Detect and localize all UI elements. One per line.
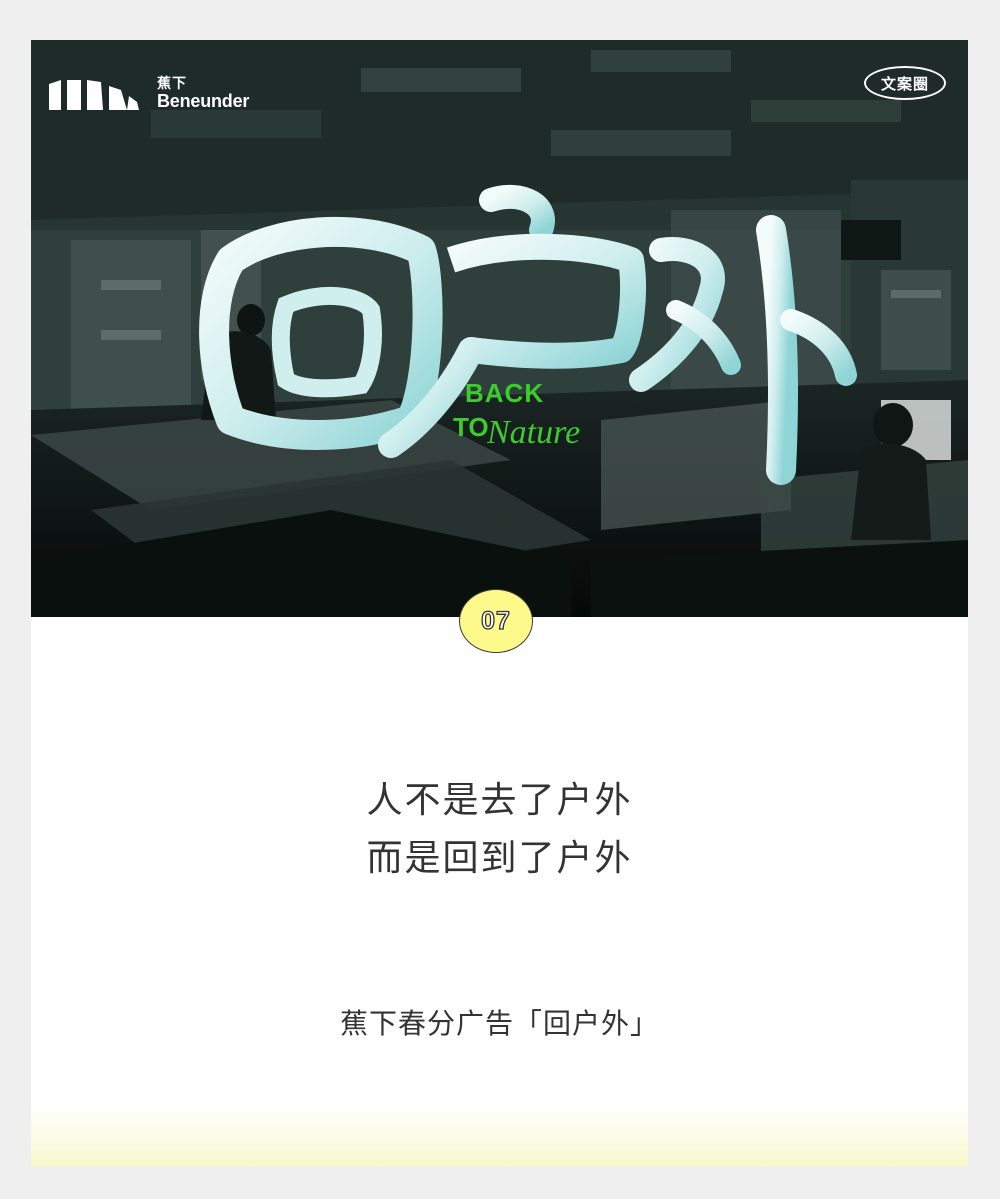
brand-name-cn: 蕉下 bbox=[157, 76, 187, 93]
beneunder-logo-icon bbox=[49, 80, 139, 110]
headline: 人不是去了户外 而是回到了户外 bbox=[31, 772, 968, 888]
brand-name-en: Beneunder bbox=[157, 90, 250, 111]
sub-logo-to: TO bbox=[453, 412, 489, 442]
wenanquan-tag-badge: 文案圈 bbox=[864, 66, 946, 100]
headline-line-1: 人不是去了户外 bbox=[366, 780, 633, 821]
content-card: 蕉下 Beneunder 文案圈 BACK TO Nature 07 人不是去了… bbox=[31, 40, 968, 1167]
sub-logo-back: BACK bbox=[465, 378, 545, 408]
office-scene-image bbox=[31, 40, 968, 617]
brand-logo: 蕉下 Beneunder bbox=[47, 76, 249, 112]
sub-logo-nature: Nature bbox=[487, 414, 581, 451]
office-photo: 蕉下 Beneunder 文案圈 BACK TO Nature bbox=[31, 40, 968, 617]
headline-line-2: 而是回到了户外 bbox=[366, 838, 633, 879]
number-badge: 07 bbox=[459, 589, 533, 653]
back-to-nature-logo: BACK TO Nature bbox=[453, 378, 619, 466]
campaign-caption: 蕉下春分广告「回户外」 bbox=[339, 1007, 659, 1040]
